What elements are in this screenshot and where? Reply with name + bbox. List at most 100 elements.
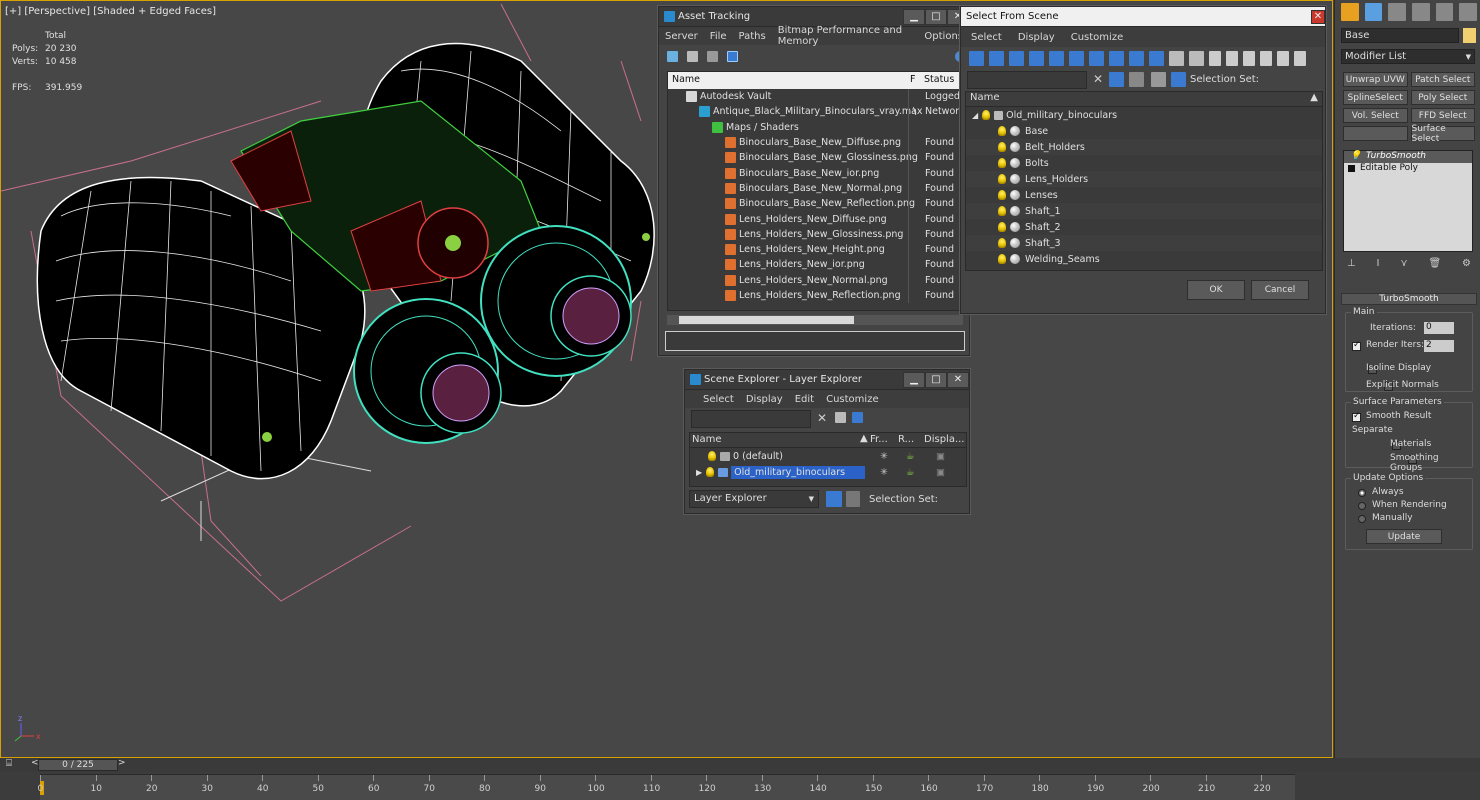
clear-search-icon[interactable]: ✕ bbox=[1093, 72, 1103, 86]
scene-item[interactable]: Shaft_3 bbox=[966, 235, 1322, 251]
asset-row[interactable]: Binoculars_Base_New_Reflection.png Found bbox=[668, 196, 962, 212]
modifier-list-dropdown[interactable]: Modifier List ▼ bbox=[1341, 49, 1475, 64]
pin-stack-icon[interactable]: ⊥ bbox=[1347, 258, 1356, 272]
filter-spacewarps-icon[interactable] bbox=[1069, 50, 1084, 66]
col-status[interactable]: Status bbox=[924, 74, 954, 85]
refresh-icon[interactable] bbox=[667, 50, 678, 62]
show-end-result-icon[interactable]: Ⅰ bbox=[1377, 258, 1380, 272]
filter-shapes-icon[interactable] bbox=[989, 50, 1004, 66]
asset-row[interactable]: Autodesk Vault Logged bbox=[668, 89, 962, 105]
col-name[interactable]: Name bbox=[970, 92, 1000, 103]
menu-bitmap-performance[interactable]: Bitmap Performance and Memory bbox=[772, 25, 919, 47]
scene-explorer-titlebar[interactable]: Scene Explorer - Layer Explorer ▁ □ ✕ bbox=[685, 370, 969, 390]
scene-item[interactable]: Shaft_1 bbox=[966, 203, 1322, 219]
ffd-select-button[interactable]: FFD Select bbox=[1410, 108, 1475, 123]
scene-item[interactable]: Lens_Holders bbox=[966, 171, 1322, 187]
menu-display[interactable]: Display bbox=[740, 394, 789, 405]
tab-select[interactable]: Select bbox=[961, 32, 1012, 43]
layers-mode-icon[interactable] bbox=[826, 491, 842, 507]
surface-select-button[interactable]: Surface Select bbox=[1410, 124, 1475, 144]
maximize-button[interactable]: □ bbox=[925, 371, 947, 388]
menu-select[interactable]: Select bbox=[697, 394, 740, 405]
scene-item[interactable]: Shaft_2 bbox=[966, 219, 1322, 235]
hierarchy-icon[interactable] bbox=[1171, 72, 1186, 87]
collapse-arrow-icon[interactable]: ◢ bbox=[972, 111, 978, 120]
asset-path-field[interactable] bbox=[665, 331, 965, 351]
bulb-icon[interactable] bbox=[998, 158, 1006, 168]
bulb-icon[interactable] bbox=[998, 206, 1006, 216]
filter-xrefs-icon[interactable] bbox=[1109, 50, 1124, 66]
filter-lights-icon[interactable] bbox=[1009, 50, 1024, 66]
asset-row[interactable]: Lens_Holders_New_Glossiness.png Found bbox=[668, 226, 962, 242]
col-f[interactable]: F bbox=[910, 74, 915, 85]
col-render[interactable]: R... bbox=[898, 434, 914, 445]
explorer-type-dropdown[interactable]: Layer Explorer ▼ bbox=[689, 490, 819, 508]
hierarchy-tab-icon[interactable] bbox=[1388, 3, 1407, 21]
stack-item-editable-poly[interactable]: Editable Poly bbox=[1344, 163, 1472, 175]
table-view-icon[interactable] bbox=[727, 50, 738, 62]
create-tab-icon[interactable] bbox=[1341, 3, 1359, 21]
tab-customize[interactable]: Customize bbox=[1061, 32, 1130, 43]
frame-ruler[interactable]: 0 10 20 30 40 50 60 70 80 90 100 110 120 130 140 150 160… bbox=[38, 774, 1295, 800]
minimize-button[interactable]: ▁ bbox=[903, 371, 925, 388]
object-color-swatch[interactable] bbox=[1463, 28, 1476, 43]
asset-row[interactable]: Binoculars_Base_New_Diffuse.png Found bbox=[668, 134, 962, 151]
panel-icon[interactable] bbox=[1294, 50, 1306, 66]
filter-bones-icon[interactable] bbox=[1129, 50, 1144, 66]
new-layer-icon[interactable] bbox=[835, 412, 846, 423]
mini-curve-icon[interactable]: ⌸ bbox=[6, 758, 12, 769]
update-button[interactable]: Update bbox=[1366, 529, 1442, 544]
bulb-icon[interactable] bbox=[998, 174, 1006, 184]
bulb-icon[interactable] bbox=[998, 126, 1006, 136]
filter-helpers-icon[interactable] bbox=[1049, 50, 1064, 66]
tree-root[interactable]: ◢ Old_military_binoculars bbox=[966, 107, 1322, 123]
close-button[interactable]: ✕ bbox=[947, 371, 969, 388]
empty-modifier-button[interactable] bbox=[1343, 126, 1408, 141]
maximize-button[interactable]: □ bbox=[925, 8, 947, 25]
select-from-scene-window[interactable]: Select From Scene ✕ Select Display Custo… bbox=[960, 6, 1326, 314]
unwrap-uvw-button[interactable]: Unwrap UVW bbox=[1343, 72, 1408, 87]
time-slider-thumb[interactable]: 0 / 225 bbox=[38, 759, 118, 771]
sort-up-icon[interactable]: ▲ bbox=[860, 433, 868, 444]
scene-object-list[interactable]: Name ▲ ◢ Old_military_binoculars Base Bel… bbox=[965, 91, 1323, 271]
layer-search-input[interactable] bbox=[691, 410, 811, 428]
clear-search-icon[interactable]: ✕ bbox=[817, 411, 827, 425]
modifier-stack[interactable]: 💡 TurboSmooth Editable Poly bbox=[1343, 150, 1473, 252]
vol-select-button[interactable]: Vol. Select bbox=[1343, 108, 1408, 123]
asset-list[interactable]: Name F Status Autodesk Vault Logged Antiqu… bbox=[667, 71, 963, 311]
poly-select-button[interactable]: Poly Select bbox=[1410, 90, 1475, 105]
bulb-icon[interactable] bbox=[998, 142, 1006, 152]
expand-arrow-icon[interactable]: ▶ bbox=[696, 468, 702, 477]
asset-row[interactable]: Lens_Holders_New_Height.png Found bbox=[668, 241, 962, 258]
scene-item[interactable]: Bolts bbox=[966, 155, 1322, 171]
turbosmooth-rollout-header[interactable]: TurboSmooth bbox=[1341, 293, 1477, 305]
col-name[interactable]: Name bbox=[692, 434, 722, 445]
scene-item[interactable]: Base bbox=[966, 123, 1322, 139]
scene-item[interactable]: Lenses bbox=[966, 187, 1322, 203]
scene-item[interactable]: Belt_Holders bbox=[966, 139, 1322, 155]
bulb-icon[interactable] bbox=[998, 190, 1006, 200]
render-iters-spinner[interactable]: 2 bbox=[1424, 340, 1454, 352]
bulb-icon[interactable] bbox=[708, 451, 716, 461]
scrollbar-thumb[interactable] bbox=[679, 316, 854, 324]
col-display[interactable]: Displa... bbox=[924, 434, 964, 445]
col-name[interactable]: Name bbox=[672, 74, 700, 85]
asset-row[interactable]: Lens_Holders_New_ior.png Found bbox=[668, 257, 962, 273]
funnel-config-icon[interactable] bbox=[1277, 50, 1289, 66]
cancel-button[interactable]: Cancel bbox=[1251, 280, 1309, 300]
make-unique-icon[interactable]: ⋎ bbox=[1400, 258, 1407, 272]
stack-item-turbosmooth[interactable]: 💡 TurboSmooth bbox=[1344, 151, 1472, 163]
spline-select-button[interactable]: SplineSelect bbox=[1343, 90, 1408, 105]
list-view-icon[interactable] bbox=[687, 50, 698, 62]
remove-modifier-icon[interactable]: 🗑 bbox=[1428, 258, 1441, 272]
find-options-icon[interactable] bbox=[1129, 72, 1144, 87]
when-rendering-radio[interactable] bbox=[1358, 502, 1366, 510]
object-name-field[interactable]: Base bbox=[1341, 28, 1459, 43]
funnel-icon[interactable] bbox=[1260, 50, 1272, 66]
asset-row[interactable]: Antique_Black_Military_Binoculars_vray.m… bbox=[668, 104, 962, 120]
layer-row-default[interactable]: 0 (default) ✳ ☕ ▣ bbox=[690, 448, 966, 464]
smooth-result-checkbox[interactable] bbox=[1352, 411, 1361, 422]
patch-select-button[interactable]: Patch Select bbox=[1410, 72, 1475, 87]
select-from-scene-titlebar[interactable]: Select From Scene ✕ bbox=[961, 7, 1325, 27]
hierarchy-mode-icon[interactable] bbox=[846, 491, 860, 507]
